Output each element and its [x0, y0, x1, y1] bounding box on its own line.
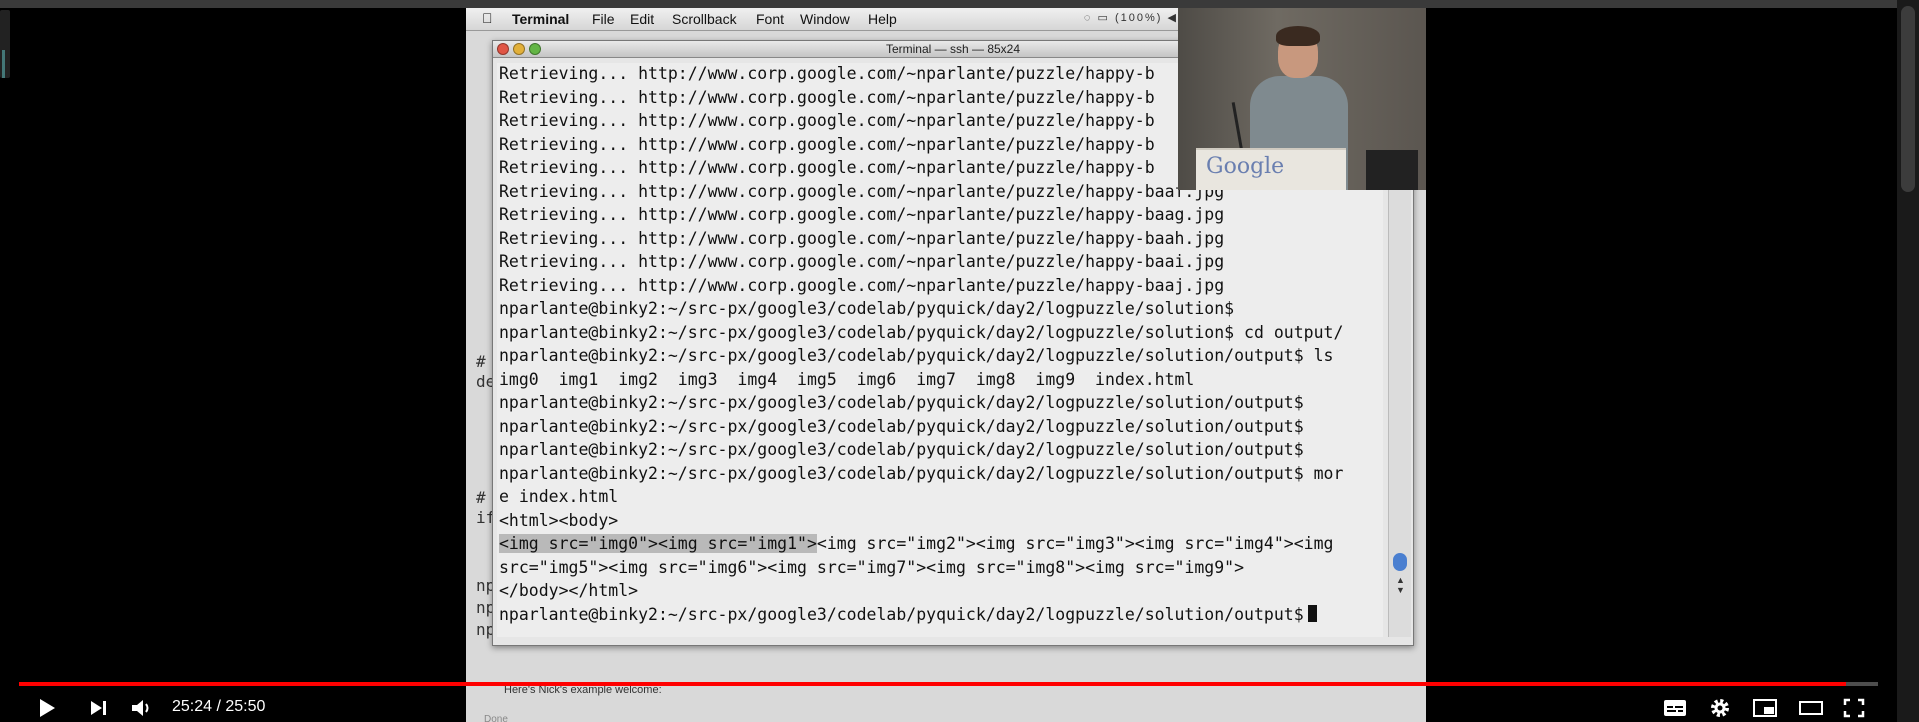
miniplayer-button[interactable] — [1752, 697, 1778, 719]
browser-status: Done — [484, 714, 508, 722]
video-frame[interactable]: # de # if np np np Here's Nick's example… — [466, 8, 1426, 722]
podium-logo: Google — [1206, 154, 1285, 179]
terminal-scrollbar-thumb[interactable] — [1393, 553, 1407, 571]
terminal-line: Retrieving... http://www.corp.google.com… — [499, 111, 1155, 130]
next-icon — [91, 701, 106, 715]
terminal-line: <img src="img0"><img src="img1"><img src… — [499, 533, 1333, 555]
text-cursor — [1307, 604, 1317, 622]
theater-icon — [1799, 701, 1823, 715]
terminal-line-rest: <img src="img2"><img src="img3"><img src… — [816, 534, 1334, 553]
terminal-line: Retrieving... http://www.corp.google.com… — [499, 134, 1155, 154]
volume-icon — [132, 700, 149, 716]
gear-icon — [1711, 699, 1729, 717]
mac-menubar:  Terminal File Edit Scrollback Font Win… — [466, 8, 1186, 31]
apple-icon[interactable]:  — [482, 10, 493, 26]
menu-scrollback[interactable]: Scrollback — [672, 11, 737, 27]
left-edge-indicator — [2, 50, 5, 78]
menu-help[interactable]: Help — [868, 11, 897, 27]
terminal-line: e index.html — [499, 487, 619, 506]
page-scrollbar[interactable] — [1897, 0, 1919, 722]
fullscreen-icon — [1843, 698, 1865, 718]
miniplayer-icon — [1753, 699, 1777, 717]
progress-bar[interactable] — [19, 682, 1878, 686]
terminal-line: nparlante@binky2:~/src-px/google3/codela… — [499, 463, 1344, 483]
bg-fragment: # — [476, 488, 486, 507]
terminal-line: <html><body> — [499, 510, 619, 530]
menubar-status-area: ◌ ▭ (100%) ◀ — [1084, 11, 1178, 24]
terminal-line: Retrieving... http://www.corp.google.com… — [499, 181, 1225, 201]
terminal-line: nparlante@binky2:~/src-px/google3/codela… — [499, 416, 1304, 436]
terminal-line: Retrieving... http://www.corp.google.com… — [499, 275, 1225, 295]
terminal-line: Retrieving... http://www.corp.google.com… — [499, 87, 1155, 107]
subtitles-icon — [1664, 700, 1686, 716]
menu-font[interactable]: Font — [756, 11, 784, 27]
battery-percent: (100%) — [1115, 12, 1163, 24]
progress-played — [19, 682, 1847, 686]
scroll-arrows-icon[interactable]: ▲ ▼ — [1396, 575, 1405, 595]
subtitles-button[interactable] — [1662, 697, 1688, 719]
next-button[interactable] — [88, 698, 110, 718]
time-display: 25:24 / 25:50 — [172, 698, 266, 715]
terminal-line: nparlante@binky2:~/src-px/google3/codela… — [499, 440, 1304, 459]
fullscreen-button[interactable] — [1842, 697, 1866, 719]
bg-fragment: # — [476, 352, 486, 371]
terminal-prompt-line[interactable]: nparlante@binky2:~/src-px/google3/codela… — [499, 604, 1317, 626]
settings-button[interactable] — [1708, 696, 1732, 720]
terminal-line: Retrieving... http://www.corp.google.com… — [499, 205, 1225, 224]
spotlight-icon: ◀ — [1167, 12, 1178, 24]
terminal-line: src="img5"><img src="img6"><img src="img… — [499, 557, 1245, 577]
laptop — [1366, 150, 1418, 190]
menu-window[interactable]: Window — [800, 11, 850, 27]
battery-icon: ▭ — [1097, 12, 1110, 24]
play-button[interactable] — [36, 696, 58, 720]
speaker-inset-video: Google — [1178, 8, 1426, 190]
left-edge-widget — [0, 10, 10, 78]
terminal-line: Retrieving... http://www.corp.google.com… — [499, 64, 1155, 83]
terminal-line: nparlante@binky2:~/src-px/google3/codela… — [499, 299, 1235, 318]
menu-edit[interactable]: Edit — [630, 11, 654, 27]
terminal-line: img0 img1 img2 img3 img4 img5 img6 img7 … — [499, 369, 1195, 389]
volume-button[interactable] — [129, 697, 153, 719]
terminal-prompt: nparlante@binky2:~/src-px/google3/codela… — [499, 604, 1304, 624]
browser-top-strip — [0, 0, 1919, 8]
menu-file[interactable]: File — [592, 11, 615, 27]
page-scrollbar-thumb[interactable] — [1901, 6, 1915, 192]
terminal-line: Retrieving... http://www.corp.google.com… — [499, 252, 1225, 271]
terminal-line: Retrieving... http://www.corp.google.com… — [499, 228, 1225, 248]
selected-text[interactable]: <img src="img0"><img src="img1"> — [499, 534, 817, 553]
play-icon — [40, 699, 55, 717]
terminal-line: nparlante@binky2:~/src-px/google3/codela… — [499, 322, 1344, 342]
wifi-icon: ◌ — [1083, 12, 1093, 24]
terminal-line: </body></html> — [499, 581, 639, 600]
menu-app-terminal[interactable]: Terminal — [512, 11, 569, 27]
terminal-line: nparlante@binky2:~/src-px/google3/codela… — [499, 346, 1334, 365]
speaker-hair — [1276, 26, 1320, 46]
terminal-line: Retrieving... http://www.corp.google.com… — [499, 158, 1155, 177]
terminal-line: nparlante@binky2:~/src-px/google3/codela… — [499, 393, 1304, 412]
theater-button[interactable] — [1798, 697, 1824, 719]
